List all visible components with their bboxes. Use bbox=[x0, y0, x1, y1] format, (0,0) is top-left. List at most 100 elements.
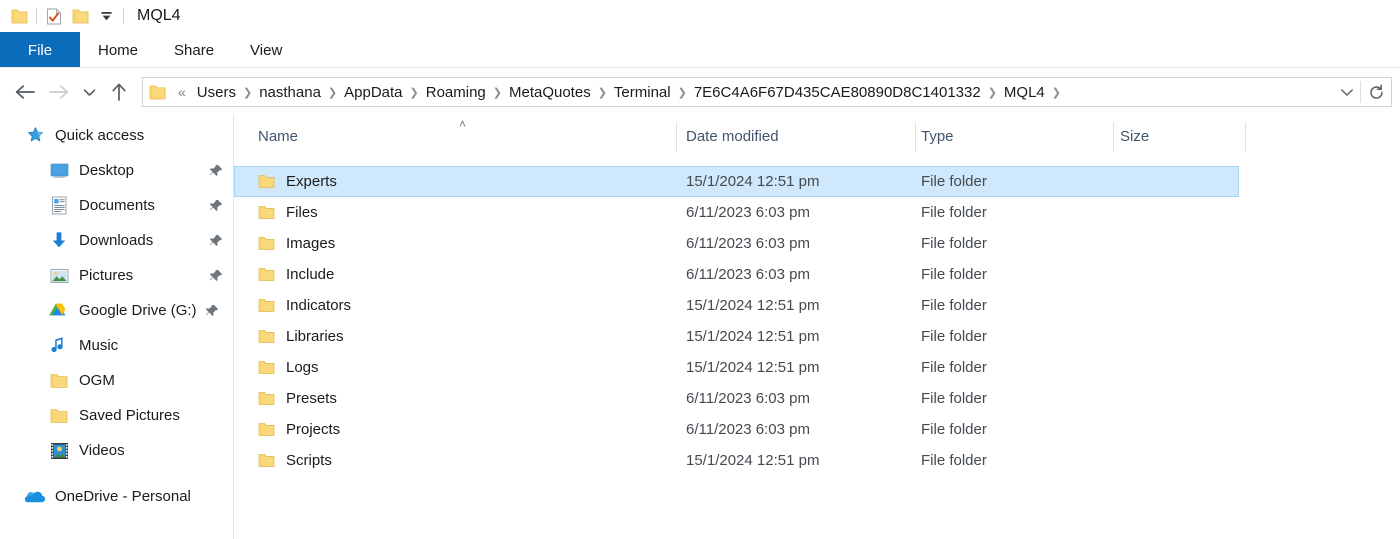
breadcrumb-metaquotes[interactable]: MetaQuotes bbox=[504, 84, 596, 101]
sidebar-item-documents[interactable]: Documents bbox=[0, 188, 233, 223]
file-type-cell: File folder bbox=[921, 204, 987, 221]
sidebar-item-quick-access[interactable]: Quick access bbox=[0, 118, 233, 153]
file-type-cell: File folder bbox=[921, 235, 987, 252]
column-header-size[interactable]: Size bbox=[1120, 128, 1149, 145]
forward-button[interactable] bbox=[42, 75, 76, 109]
file-name-cell: Logs bbox=[258, 359, 319, 376]
breadcrumb-chevron-icon[interactable]: ❯ bbox=[408, 86, 421, 99]
breadcrumb-chevron-icon[interactable]: ❯ bbox=[326, 86, 339, 99]
tab-share[interactable]: Share bbox=[156, 32, 232, 68]
qat-properties-icon[interactable] bbox=[41, 3, 67, 29]
column-header-date-modified[interactable]: Date modified bbox=[686, 128, 779, 145]
sidebar-item-google-drive[interactable]: Google Drive (G:) bbox=[0, 293, 233, 328]
table-row[interactable]: Files 6/11/2023 6:03 pm File folder bbox=[234, 197, 1400, 228]
pin-icon[interactable] bbox=[209, 199, 223, 213]
column-divider-name[interactable] bbox=[676, 122, 677, 152]
pin-icon[interactable] bbox=[205, 304, 219, 318]
address-bar[interactable]: « Users ❯ nasthana ❯ AppData ❯ Roaming ❯… bbox=[142, 77, 1392, 107]
file-type-cell: File folder bbox=[921, 266, 987, 283]
up-button[interactable] bbox=[102, 75, 136, 109]
tab-view[interactable]: View bbox=[232, 32, 300, 68]
sidebar-item-desktop[interactable]: Desktop bbox=[0, 153, 233, 188]
file-explorer-window: MQL4 File Home Share View « Users ❯ nast… bbox=[0, 0, 1400, 539]
breadcrumb-chevron-icon[interactable]: ❯ bbox=[986, 86, 999, 99]
breadcrumb-terminal[interactable]: Terminal bbox=[609, 84, 676, 101]
breadcrumb-chevron-icon[interactable]: ❯ bbox=[1050, 86, 1063, 99]
sidebar-item-downloads[interactable]: Downloads bbox=[0, 223, 233, 258]
sidebar-item-videos[interactable]: Videos bbox=[0, 433, 233, 468]
column-divider-type[interactable] bbox=[1113, 122, 1114, 152]
file-name-cell: Projects bbox=[258, 421, 340, 438]
breadcrumb-mql4[interactable]: MQL4 bbox=[999, 84, 1050, 101]
qat-separator-2 bbox=[123, 8, 124, 24]
table-row[interactable]: Projects 6/11/2023 6:03 pm File folder bbox=[234, 414, 1400, 445]
table-row[interactable]: Experts 15/1/2024 12:51 pm File folder bbox=[234, 166, 1239, 197]
sidebar-item-ogm[interactable]: OGM bbox=[0, 363, 233, 398]
table-row[interactable]: Images 6/11/2023 6:03 pm File folder bbox=[234, 228, 1400, 259]
folder-icon bbox=[258, 206, 275, 219]
sidebar-item-label: Desktop bbox=[79, 162, 135, 179]
folder-icon bbox=[258, 454, 275, 467]
folder-icon bbox=[258, 237, 275, 250]
qat-new-folder-icon[interactable] bbox=[67, 3, 93, 29]
folder-icon bbox=[258, 361, 275, 374]
table-row[interactable]: Include 6/11/2023 6:03 pm File folder bbox=[234, 259, 1400, 290]
documents-icon bbox=[48, 195, 70, 217]
address-dropdown-chevron-icon[interactable] bbox=[1334, 88, 1360, 97]
refresh-icon[interactable] bbox=[1361, 84, 1391, 101]
breadcrumb-nasthana[interactable]: nasthana bbox=[254, 84, 326, 101]
sidebar-item-label: Pictures bbox=[79, 267, 134, 284]
folder-icon bbox=[258, 423, 275, 436]
table-row[interactable]: Libraries 15/1/2024 12:51 pm File folder bbox=[234, 321, 1400, 352]
sidebar-item-saved-pictures[interactable]: Saved Pictures bbox=[0, 398, 233, 433]
sidebar-item-label: OGM bbox=[79, 372, 115, 389]
breadcrumb-users[interactable]: Users bbox=[192, 84, 241, 101]
recent-locations-button[interactable] bbox=[76, 75, 102, 109]
sort-ascending-icon: ˄ bbox=[459, 117, 467, 131]
downloads-icon bbox=[48, 230, 70, 252]
back-button[interactable] bbox=[8, 75, 42, 109]
file-name-cell: Libraries bbox=[258, 328, 344, 345]
star-icon bbox=[24, 125, 46, 147]
file-date-cell: 6/11/2023 6:03 pm bbox=[686, 204, 810, 221]
pin-icon[interactable] bbox=[209, 234, 223, 248]
pin-icon[interactable] bbox=[209, 269, 223, 283]
folder-icon bbox=[258, 268, 275, 281]
column-header-name[interactable]: Name bbox=[258, 128, 298, 145]
qat-folder-icon[interactable] bbox=[6, 3, 32, 29]
column-header-type[interactable]: Type bbox=[921, 128, 954, 145]
breadcrumb-chevron-icon[interactable]: ❯ bbox=[596, 86, 609, 99]
file-date-cell: 15/1/2024 12:51 pm bbox=[686, 328, 820, 345]
sidebar-item-music[interactable]: Music bbox=[0, 328, 233, 363]
breadcrumb-chevron-icon[interactable]: ❯ bbox=[676, 86, 689, 99]
file-name-cell: Presets bbox=[258, 390, 337, 407]
table-row[interactable]: Logs 15/1/2024 12:51 pm File folder bbox=[234, 352, 1400, 383]
table-row[interactable]: Scripts 15/1/2024 12:51 pm File folder bbox=[234, 445, 1400, 476]
sidebar-item-onedrive[interactable]: OneDrive - Personal bbox=[0, 479, 233, 514]
ribbon-underline bbox=[0, 67, 1400, 68]
column-divider-size[interactable] bbox=[1245, 122, 1246, 152]
qat-chevron-down-icon[interactable] bbox=[93, 3, 119, 29]
breadcrumb-chevron-icon[interactable]: ❯ bbox=[491, 86, 504, 99]
breadcrumb-terminal-id[interactable]: 7E6C4A6F67D435CAE80890D8C1401332 bbox=[689, 84, 986, 101]
file-date-cell: 15/1/2024 12:51 pm bbox=[686, 297, 820, 314]
folder-icon bbox=[48, 370, 70, 392]
videos-icon bbox=[48, 440, 70, 462]
breadcrumb-chevron-icon[interactable]: ❯ bbox=[241, 86, 254, 99]
breadcrumb-roaming[interactable]: Roaming bbox=[421, 84, 491, 101]
sidebar-item-label: Google Drive (G:) bbox=[79, 302, 197, 319]
tab-file[interactable]: File bbox=[0, 32, 80, 68]
navigation-pane: Quick access Desktop Documents Downloads… bbox=[0, 118, 233, 539]
column-divider-date[interactable] bbox=[915, 122, 916, 152]
table-row[interactable]: Presets 6/11/2023 6:03 pm File folder bbox=[234, 383, 1400, 414]
sidebar-item-label: Music bbox=[79, 337, 119, 354]
sidebar-item-pictures[interactable]: Pictures bbox=[0, 258, 233, 293]
file-name-cell: Files bbox=[258, 204, 318, 221]
breadcrumb-appdata[interactable]: AppData bbox=[339, 84, 407, 101]
table-row[interactable]: Indicators 15/1/2024 12:51 pm File folde… bbox=[234, 290, 1400, 321]
file-name-label: Logs bbox=[286, 359, 319, 376]
pin-icon[interactable] bbox=[209, 164, 223, 178]
tab-home[interactable]: Home bbox=[80, 32, 156, 68]
breadcrumb-overflow[interactable]: « bbox=[172, 84, 192, 100]
file-date-cell: 6/11/2023 6:03 pm bbox=[686, 266, 810, 283]
